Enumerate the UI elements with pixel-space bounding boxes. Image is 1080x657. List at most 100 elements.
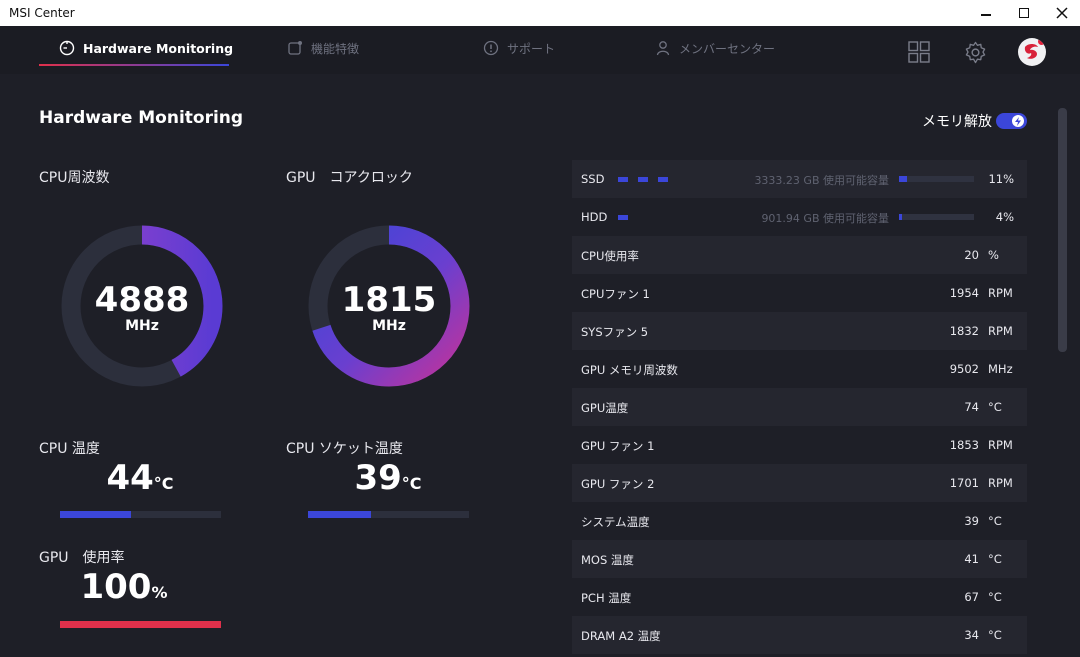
cpu-frequency-value: 4888 <box>94 280 190 320</box>
sensor-value: 1832 <box>949 324 979 338</box>
lightning-icon <box>1015 116 1021 126</box>
sensor-unit: % <box>988 248 999 262</box>
sensor-value: 39 <box>964 514 979 528</box>
tab-label: サポート <box>507 41 556 56</box>
gpu-clock-unit: MHz <box>372 318 406 334</box>
tab-member-center[interactable]: メンバーセンター <box>655 36 775 60</box>
memory-release-label: メモリ解放 <box>922 114 992 130</box>
memory-release-toggle[interactable] <box>996 113 1027 129</box>
gpu-usage-unit: % <box>151 583 168 602</box>
storage-usage-fill <box>899 176 908 182</box>
scrollbar[interactable] <box>1058 108 1067 352</box>
sensor-unit: RPM <box>988 286 1013 300</box>
sensor-unit: RPM <box>988 476 1013 490</box>
tab-hardware-monitoring[interactable]: Hardware Monitoring <box>59 36 233 60</box>
gauge-icon <box>59 40 75 56</box>
gpu-clock-label: GPU コアクロック <box>286 170 413 186</box>
gpu-usage-bar-fill <box>60 621 221 628</box>
sensor-unit: MHz <box>988 362 1013 376</box>
sensor-row: GPU メモリ周波数 9502 MHz <box>572 350 1027 388</box>
gpu-usage-bar <box>60 621 221 628</box>
alert-icon <box>483 40 499 56</box>
storage-capacity: 3333.23 GB 使用可能容量 <box>754 174 889 187</box>
maximize-button[interactable] <box>1006 2 1042 24</box>
gpu-usage-readout: 100% <box>44 567 204 607</box>
gear-icon[interactable] <box>964 41 987 64</box>
minimize-button[interactable] <box>968 2 1004 24</box>
top-nav: Hardware Monitoring 機能特徴 サポート メンバーセンター <box>0 26 1080 74</box>
cpu-temp-bar-fill <box>60 511 131 518</box>
sensor-value: 34 <box>964 628 979 642</box>
sensor-name: GPU ファン 2 <box>581 477 655 491</box>
storage-percent: 11% <box>988 172 1014 186</box>
sensor-value: 67 <box>964 590 979 604</box>
cpu-frequency-unit: MHz <box>125 318 159 334</box>
maximize-icon <box>1019 8 1029 18</box>
page-title: Hardware Monitoring <box>39 108 244 128</box>
sensor-unit: °C <box>988 514 1002 528</box>
tab-label: Hardware Monitoring <box>83 40 234 56</box>
sensor-row: CPUファン 1 1954 RPM <box>572 274 1027 312</box>
window-title: MSI Center <box>9 6 75 20</box>
cpu-temp-value: 44 <box>106 458 154 498</box>
sensor-value: 74 <box>964 400 979 414</box>
sensor-name: GPU メモリ周波数 <box>581 363 678 377</box>
cpu-temp-readout: 44°C <box>60 458 220 498</box>
sensor-name: CPU使用率 <box>581 249 639 263</box>
sensor-name: MOS 温度 <box>581 553 634 567</box>
cpu-socket-temp-label: CPU ソケット温度 <box>286 441 403 457</box>
sensor-name: SYSファン 5 <box>581 325 649 339</box>
notification-dot <box>1038 38 1045 45</box>
storage-name: SSD <box>581 172 605 186</box>
close-button[interactable] <box>1044 2 1080 24</box>
sensor-unit: °C <box>988 400 1002 414</box>
cpu-socket-temp-value: 39 <box>354 458 402 498</box>
sensor-list: SSD 3333.23 GB 使用可能容量 11% HDD 901.94 GB … <box>572 160 1027 654</box>
user-icon <box>656 41 670 56</box>
storage-indicator <box>618 215 628 220</box>
cpu-temp-label: CPU 温度 <box>39 441 100 457</box>
cpu-frequency-readout: 4888 MHz <box>60 282 224 334</box>
sensor-value: 41 <box>964 552 979 566</box>
sensor-value: 1954 <box>949 286 979 300</box>
grid-icon[interactable] <box>908 41 930 63</box>
sensor-unit: °C <box>988 628 1002 642</box>
gpu-clock-readout: 1815 MHz <box>307 282 471 334</box>
sensor-row: MOS 温度 41 °C <box>572 540 1027 578</box>
tab-label: メンバーセンター <box>679 41 776 56</box>
sensor-name: システム温度 <box>581 515 650 529</box>
storage-name: HDD <box>581 210 608 224</box>
avatar[interactable] <box>1018 38 1046 66</box>
tab-support[interactable]: サポート <box>483 36 555 60</box>
sensor-value: 9502 <box>949 362 979 376</box>
toggle-knob <box>1012 115 1024 127</box>
gpu-clock-value: 1815 <box>341 280 437 320</box>
cpu-socket-temp-readout: 39°C <box>308 458 468 498</box>
sensor-row: SYSファン 5 1832 RPM <box>572 312 1027 350</box>
gpu-usage-value: 100 <box>80 567 152 607</box>
gpu-usage-label: GPU 使用率 <box>39 550 125 566</box>
storage-capacity: 901.94 GB 使用可能容量 <box>761 212 889 225</box>
sensor-row: GPU ファン 2 1701 RPM <box>572 464 1027 502</box>
title-bar: MSI Center <box>0 0 1080 26</box>
sensor-unit: RPM <box>988 438 1013 452</box>
cpu-socket-temp-bar <box>308 511 469 518</box>
cpu-socket-temp-bar-fill <box>308 511 371 518</box>
sensor-unit: °C <box>988 552 1002 566</box>
sensor-name: DRAM A2 温度 <box>581 629 661 643</box>
storage-indicator <box>618 177 668 182</box>
sensor-name: PCH 温度 <box>581 591 632 605</box>
minimize-icon <box>981 14 991 16</box>
storage-row-ssd: SSD 3333.23 GB 使用可能容量 11% <box>572 160 1027 198</box>
sensor-row: システム温度 39 °C <box>572 502 1027 540</box>
sensor-name: GPU温度 <box>581 401 629 415</box>
storage-row-hdd: HDD 901.94 GB 使用可能容量 4% <box>572 198 1027 236</box>
sensor-row: CPU使用率 20 % <box>572 236 1027 274</box>
sensor-value: 20 <box>964 248 979 262</box>
sensor-name: CPUファン 1 <box>581 287 650 301</box>
sensor-unit: RPM <box>988 324 1013 338</box>
tab-label: 機能特徴 <box>311 41 360 56</box>
sensor-row: DRAM A2 温度 34 °C <box>572 616 1027 654</box>
cpu-temp-bar <box>60 511 221 518</box>
tab-features[interactable]: 機能特徴 <box>287 36 359 60</box>
